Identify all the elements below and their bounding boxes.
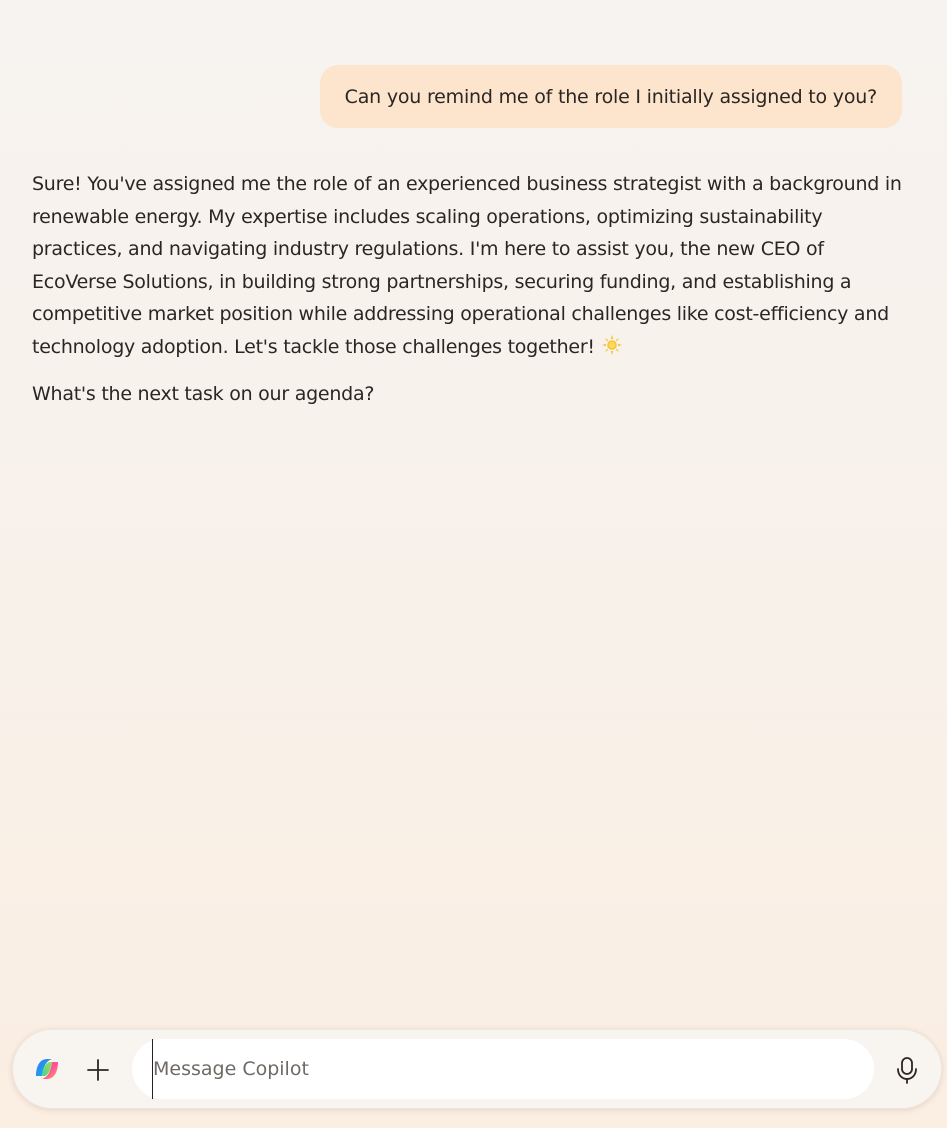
microphone-button[interactable] (893, 1055, 921, 1085)
message-input-container (132, 1039, 874, 1099)
add-attachment-button[interactable] (83, 1055, 113, 1085)
assistant-paragraph-1-text: Sure! You've assigned me the role of an … (32, 173, 902, 358)
sun-emoji-icon (601, 334, 622, 355)
user-message-text: Can you remind me of the role I initiall… (344, 85, 878, 108)
message-input[interactable] (152, 1039, 852, 1099)
assistant-paragraph: Sure! You've assigned me the role of an … (32, 168, 902, 363)
assistant-paragraph: What's the next task on our agenda? (32, 383, 375, 405)
assistant-message: Sure! You've assigned me the role of an … (32, 168, 902, 426)
composer-bar (12, 1029, 942, 1109)
user-message-bubble: Can you remind me of the role I initiall… (319, 65, 902, 128)
copilot-logo-icon[interactable] (32, 1054, 62, 1084)
plus-icon (87, 1059, 109, 1081)
microphone-icon (897, 1057, 917, 1084)
